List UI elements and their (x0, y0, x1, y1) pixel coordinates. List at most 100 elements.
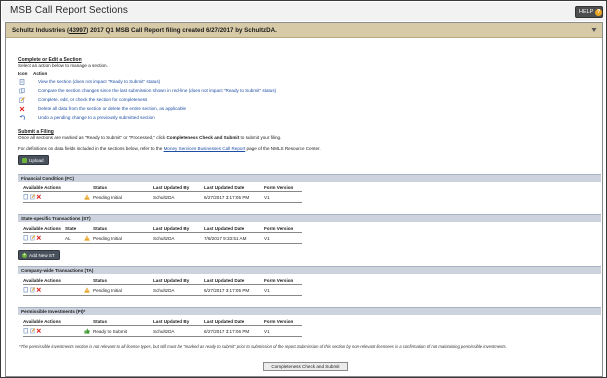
updated-date-value: 6/27/2017 3:17:05 PM (204, 195, 250, 200)
col-available-actions: Available Actions (23, 319, 61, 324)
warning-icon (84, 235, 90, 241)
edit-icon[interactable] (29, 328, 36, 334)
section-bar-ta: Company-wide Transactions (TA) (18, 266, 601, 274)
section-title-fc: Financial Condition (FC) (21, 176, 75, 181)
col-available-actions: Available Actions (23, 226, 61, 231)
col-last-updated-by: Last Updated By (153, 226, 190, 231)
help-label: HELP (579, 9, 594, 15)
warning-icon (84, 287, 90, 293)
add-new-st-label: Add New ST (29, 252, 55, 258)
edit-icon (19, 97, 25, 103)
pi-footnote: *The permissible investments section is … (19, 344, 507, 349)
row-divider (23, 295, 302, 296)
section-title-ta: Company-wide Transactions (TA) (21, 268, 94, 273)
header-divider (23, 284, 302, 285)
row-divider (23, 243, 302, 244)
form-version-value: V1 (264, 329, 270, 334)
col-form-version: Form Version (264, 185, 294, 190)
add-icon: + (22, 251, 27, 258)
msb-call-report-link[interactable]: Money Services Businesses Call Report (164, 146, 246, 151)
report-panel: Schultz Industries (43997) 2017 Q1 MSB C… (5, 22, 603, 377)
upload-button[interactable]: Upload (18, 155, 49, 165)
status-value: Pending Initial (93, 195, 122, 200)
status-value: Ready to Submit (93, 329, 127, 334)
help-icon: ? (595, 8, 602, 16)
col-available-actions: Available Actions (23, 185, 61, 190)
delete-icon (19, 106, 25, 112)
action-edit-text: Complete, edit, or check the section for… (38, 97, 148, 102)
icon-column-header: Icon (18, 71, 28, 76)
col-status: Status (93, 226, 108, 231)
col-status: Status (93, 185, 108, 190)
report-header: Schultz Industries (43997) 2017 Q1 MSB C… (6, 23, 602, 38)
row-actions-st (23, 235, 42, 241)
collapse-icon[interactable] (591, 27, 597, 33)
section-bar-pi: Permissible Investments (PI)* (18, 307, 601, 315)
state-value: AL (65, 236, 71, 241)
company-id-link[interactable]: 43997 (69, 27, 86, 34)
updated-by-value: SchultzDA (153, 236, 175, 241)
report-title-prefix: Schultz Industries ( (12, 27, 70, 34)
col-last-updated-by: Last Updated By (153, 185, 190, 190)
col-form-version: Form Version (264, 226, 294, 231)
app-window: MSB Call Report Sections HELP ? Schultz … (0, 0, 607, 378)
action-view-text: View the section (does not impact "Ready… (38, 79, 161, 84)
status-value: Pending Initial (93, 236, 122, 241)
form-version-value: V1 (264, 288, 270, 293)
col-status: Status (93, 319, 108, 324)
header-divider (23, 232, 302, 233)
col-last-updated-date: Last Updated Date (204, 185, 245, 190)
delete-icon[interactable] (36, 235, 42, 241)
edit-icon[interactable] (29, 235, 36, 241)
definitions-note-c: page of the NMLS Resource Center. (245, 146, 321, 151)
submit-instructions-emphasis: Completeness Check and Submit (166, 135, 240, 140)
updated-by-value: SchultzDA (153, 329, 175, 334)
delete-icon[interactable] (36, 328, 42, 334)
delete-icon[interactable] (36, 194, 42, 200)
title-bar: MSB Call Report Sections HELP ? (2, 2, 605, 21)
view-icon (19, 79, 25, 85)
updated-date-value: 7/6/2017 9:33:51 AM (204, 236, 247, 241)
submit-instructions: Once all sections are marked as "Ready t… (18, 135, 281, 140)
view-icon[interactable] (23, 287, 29, 293)
col-last-updated-by: Last Updated By (153, 278, 190, 283)
definitions-note-a: For definitions on data fields included … (18, 146, 164, 151)
action-delete-text: Delete all data from the section or dele… (38, 106, 187, 111)
action-compare-text: Compare the section changes since the la… (38, 88, 277, 93)
row-divider (23, 336, 302, 337)
warning-icon (84, 194, 90, 200)
row-divider (23, 202, 302, 203)
add-new-st-button[interactable]: + Add New ST (18, 250, 60, 260)
completeness-check-submit-button[interactable]: Completeness Check and Submit (263, 362, 348, 371)
submit-instructions-c: to submit your filing. (239, 135, 282, 140)
col-last-updated-date: Last Updated Date (204, 226, 245, 231)
edit-icon[interactable] (29, 194, 36, 200)
row-actions-fc (23, 194, 42, 200)
section-bar-fc: Financial Condition (FC) (18, 174, 601, 182)
edit-icon[interactable] (29, 287, 36, 293)
definitions-note: For definitions on data fields included … (18, 146, 321, 151)
action-undo-text: Undo a pending change to a previously su… (38, 115, 155, 120)
report-title-suffix: ) 2017 Q1 MSB Call Report filing created… (86, 27, 277, 34)
col-status: Status (93, 278, 108, 283)
section-title-pi: Permissible Investments (PI)* (21, 309, 86, 314)
manage-intro: Select an action below to manage a secti… (18, 63, 108, 68)
row-actions-pi (23, 328, 42, 334)
action-column-header: Action (33, 71, 48, 76)
help-button[interactable]: HELP ? (575, 6, 603, 18)
view-icon[interactable] (23, 328, 29, 334)
updated-by-value: SchultzDA (153, 195, 175, 200)
col-form-version: Form Version (264, 319, 294, 324)
status-value: Pending Initial (93, 288, 122, 293)
header-divider (23, 325, 302, 326)
report-title: Schultz Industries (43997) 2017 Q1 MSB C… (12, 27, 277, 34)
form-version-value: V1 (264, 236, 270, 241)
col-available-actions: Available Actions (23, 278, 61, 283)
view-icon[interactable] (23, 194, 29, 200)
row-actions-ta (23, 287, 42, 293)
col-last-updated-by: Last Updated By (153, 319, 190, 324)
view-icon[interactable] (23, 235, 29, 241)
page-title: MSB Call Report Sections (10, 5, 129, 16)
delete-icon[interactable] (36, 287, 42, 293)
col-last-updated-date: Last Updated Date (204, 319, 245, 324)
